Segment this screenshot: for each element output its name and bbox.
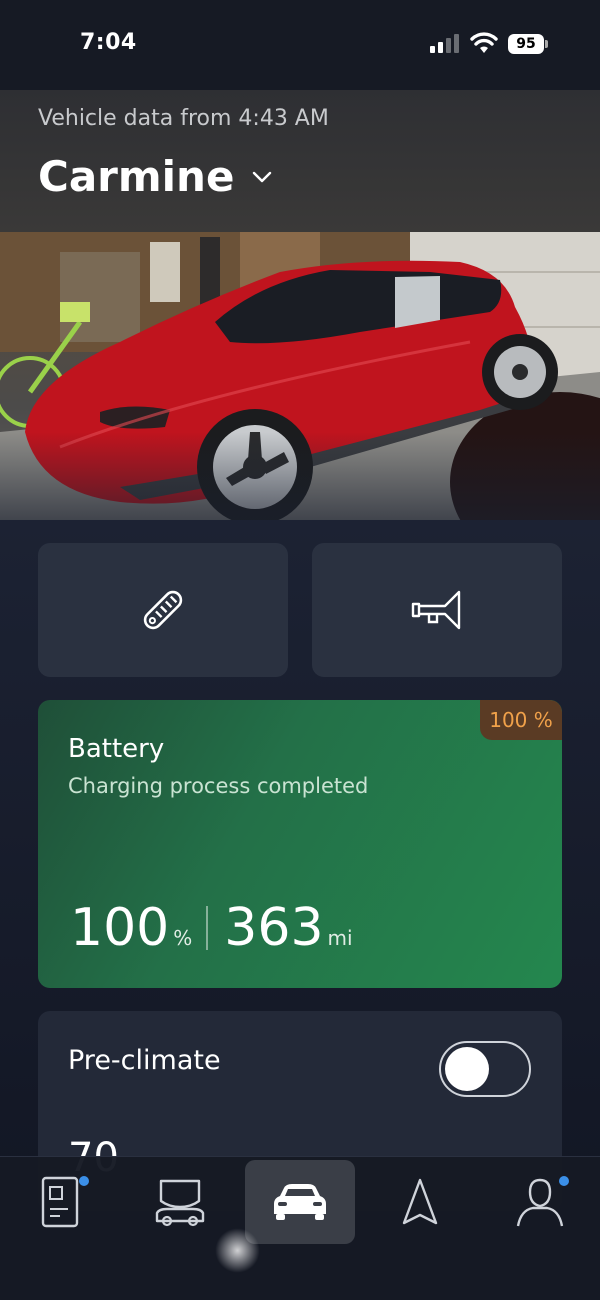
navigation-arrow-icon xyxy=(402,1178,438,1225)
battery-stats: 100 % 363 mi xyxy=(70,898,353,958)
battery-card[interactable]: 100 % Battery Charging process completed… xyxy=(38,700,562,988)
tab-vehicle[interactable] xyxy=(245,1160,355,1244)
battery-nub xyxy=(545,40,548,48)
tab-profile[interactable] xyxy=(485,1160,595,1244)
vehicle-name: Carmine xyxy=(38,152,235,201)
toggle-knob xyxy=(445,1047,489,1091)
horn-button[interactable] xyxy=(312,543,562,677)
vehicle-selector[interactable]: Carmine xyxy=(38,152,274,201)
cellular-signal-icon xyxy=(430,33,462,53)
vehicle-data-timestamp: Vehicle data from 4:43 AM xyxy=(38,106,329,131)
remote-key-button[interactable] xyxy=(38,543,288,677)
status-bar: 7:04 95 xyxy=(0,0,600,90)
range-unit: mi xyxy=(327,926,353,950)
chevron-down-icon xyxy=(253,171,272,182)
documents-notification-dot xyxy=(79,1176,89,1186)
battery-level-unit: % xyxy=(173,926,193,950)
battery-title: Battery xyxy=(68,734,165,764)
tab-navigation[interactable] xyxy=(365,1160,475,1244)
horn-icon xyxy=(411,590,461,630)
touch-glow xyxy=(215,1228,260,1273)
battery-level-value: 100 xyxy=(70,898,170,958)
stats-divider xyxy=(206,906,209,950)
profile-notification-dot xyxy=(559,1176,569,1186)
status-battery-level: 95 xyxy=(508,34,544,54)
wifi-icon xyxy=(470,32,498,53)
car-key-icon xyxy=(143,590,183,630)
person-icon xyxy=(516,1178,564,1227)
car-front-icon xyxy=(274,1184,326,1220)
range-value: 363 xyxy=(224,898,324,958)
status-time: 7:04 xyxy=(80,30,137,55)
battery-status: Charging process completed xyxy=(68,774,369,798)
car-lift-icon xyxy=(155,1179,205,1227)
pre-climate-title: Pre-climate xyxy=(68,1045,221,1076)
tab-charging[interactable] xyxy=(125,1160,235,1244)
vehicle-photo xyxy=(0,232,600,552)
tab-documents[interactable] xyxy=(5,1160,115,1244)
battery-charge-badge: 100 % xyxy=(480,700,562,740)
document-card-icon xyxy=(41,1176,79,1228)
pre-climate-toggle[interactable] xyxy=(439,1041,531,1097)
